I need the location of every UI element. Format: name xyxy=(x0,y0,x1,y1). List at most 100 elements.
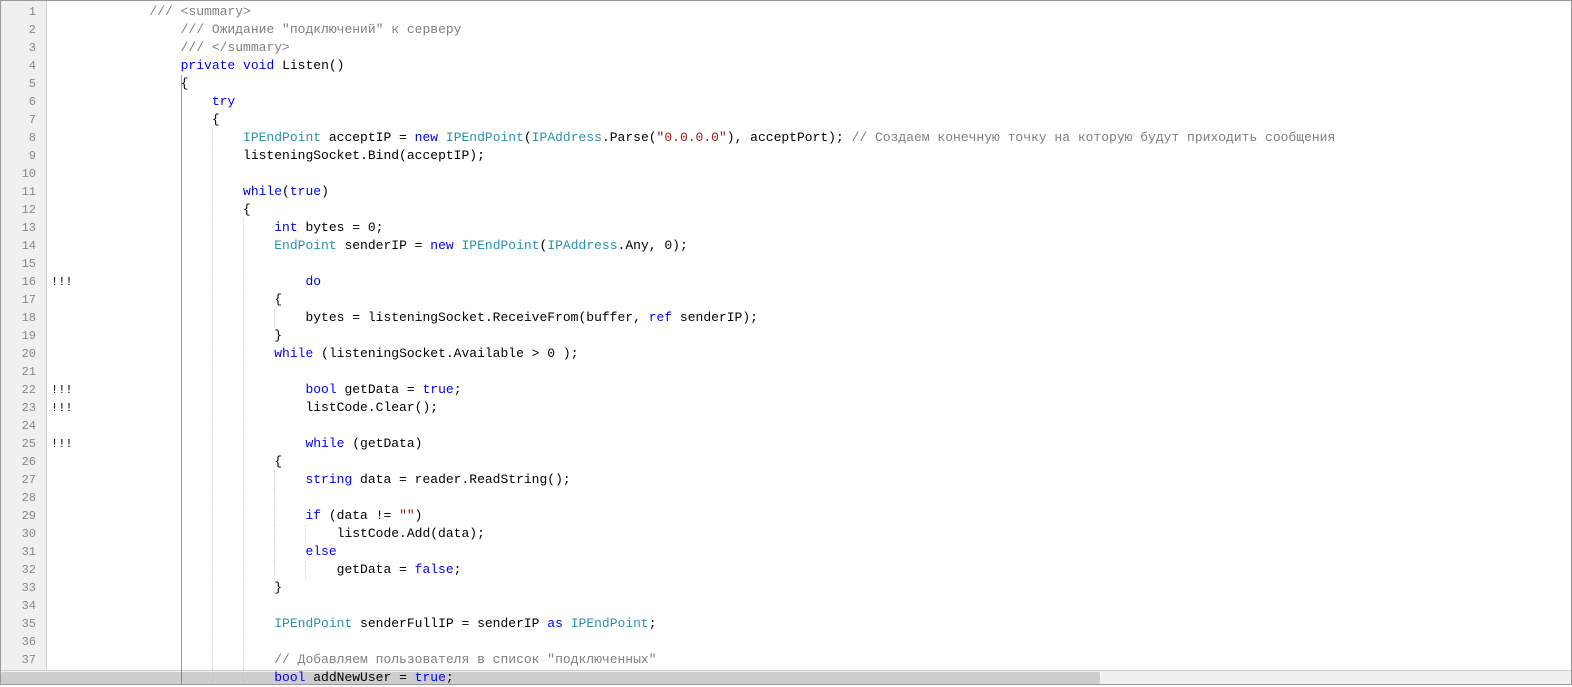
code-text: EndPoint senderIP = new IPEndPoint(IPAdd… xyxy=(87,238,688,253)
code-line[interactable]: private void Listen() xyxy=(87,57,1571,75)
line-marker xyxy=(47,507,87,525)
code-line[interactable]: { xyxy=(87,291,1571,309)
code-line[interactable]: { xyxy=(87,201,1571,219)
line-marker xyxy=(47,129,87,147)
code-line[interactable] xyxy=(87,363,1571,381)
code-line[interactable]: /// </summary> xyxy=(87,39,1571,57)
code-line[interactable]: while (getData) xyxy=(87,435,1571,453)
line-marker xyxy=(47,147,87,165)
change-marker-margin: !!! !!!!!! !!! xyxy=(47,1,87,684)
code-text: { xyxy=(87,292,282,307)
code-line[interactable]: listeningSocket.Bind(acceptIP); xyxy=(87,147,1571,165)
code-line[interactable]: { xyxy=(87,453,1571,471)
code-line[interactable]: bool getData = true; xyxy=(87,381,1571,399)
code-line[interactable]: /// Ожидание "подключений" к серверу xyxy=(87,21,1571,39)
code-text: if (data != "") xyxy=(87,508,422,523)
line-marker xyxy=(47,219,87,237)
indent-guide xyxy=(243,489,244,507)
line-number: 8 xyxy=(1,129,46,147)
line-marker xyxy=(47,453,87,471)
code-line[interactable] xyxy=(87,633,1571,651)
indent-guide xyxy=(212,489,213,507)
code-line[interactable]: { xyxy=(87,75,1571,93)
code-line[interactable] xyxy=(87,255,1571,273)
line-marker xyxy=(47,345,87,363)
line-number: 12 xyxy=(1,201,46,219)
code-text: /// Ожидание "подключений" к серверу xyxy=(87,22,461,37)
code-text: listCode.Add(data); xyxy=(87,526,485,541)
line-number: 16 xyxy=(1,273,46,291)
line-number: 25 xyxy=(1,435,46,453)
indent-guide xyxy=(181,597,182,615)
line-number: 5 xyxy=(1,75,46,93)
code-line[interactable]: try xyxy=(87,93,1571,111)
code-text: { xyxy=(87,454,282,469)
code-line[interactable]: do xyxy=(87,273,1571,291)
line-marker xyxy=(47,21,87,39)
line-number: 17 xyxy=(1,291,46,309)
line-number: 31 xyxy=(1,543,46,561)
line-marker xyxy=(47,111,87,129)
code-editor[interactable]: 1234567891011121314151617181920212223242… xyxy=(0,0,1572,685)
code-line[interactable] xyxy=(87,597,1571,615)
code-line[interactable]: bytes = listeningSocket.ReceiveFrom(buff… xyxy=(87,309,1571,327)
code-line[interactable] xyxy=(87,417,1571,435)
line-marker xyxy=(47,579,87,597)
line-number: 7 xyxy=(1,111,46,129)
line-number: 2 xyxy=(1,21,46,39)
line-number: 33 xyxy=(1,579,46,597)
indent-guide xyxy=(212,363,213,381)
line-marker xyxy=(47,615,87,633)
code-line[interactable]: string data = reader.ReadString(); xyxy=(87,471,1571,489)
code-text: IPEndPoint acceptIP = new IPEndPoint(IPA… xyxy=(87,130,1335,145)
indent-guide xyxy=(181,363,182,381)
code-area[interactable]: /// <summary> /// Ожидание "подключений"… xyxy=(87,1,1571,684)
code-text: IPEndPoint senderFullIP = senderIP as IP… xyxy=(87,616,657,631)
line-number: 26 xyxy=(1,453,46,471)
line-marker xyxy=(47,93,87,111)
line-number: 9 xyxy=(1,147,46,165)
code-line[interactable] xyxy=(87,489,1571,507)
line-number: 11 xyxy=(1,183,46,201)
line-marker xyxy=(47,183,87,201)
line-number: 34 xyxy=(1,597,46,615)
code-line[interactable]: while(true) xyxy=(87,183,1571,201)
code-line[interactable]: else xyxy=(87,543,1571,561)
code-line[interactable]: getData = false; xyxy=(87,561,1571,579)
code-line[interactable]: int bytes = 0; xyxy=(87,219,1571,237)
code-text: try xyxy=(87,94,235,109)
code-text: while (listeningSocket.Available > 0 ); xyxy=(87,346,579,361)
line-marker xyxy=(47,489,87,507)
indent-guide xyxy=(243,417,244,435)
code-line[interactable]: listCode.Add(data); xyxy=(87,525,1571,543)
line-marker xyxy=(47,471,87,489)
code-line[interactable]: } xyxy=(87,579,1571,597)
code-line[interactable]: if (data != "") xyxy=(87,507,1571,525)
line-marker xyxy=(47,543,87,561)
code-line[interactable]: { xyxy=(87,111,1571,129)
line-marker xyxy=(47,255,87,273)
indent-guide xyxy=(243,255,244,273)
code-line[interactable]: } xyxy=(87,327,1571,345)
line-marker xyxy=(47,597,87,615)
line-marker xyxy=(47,561,87,579)
line-marker xyxy=(47,57,87,75)
line-number: 13 xyxy=(1,219,46,237)
code-line[interactable]: // Добавляем пользователя в список "подк… xyxy=(87,651,1571,669)
line-number: 14 xyxy=(1,237,46,255)
line-marker xyxy=(47,525,87,543)
code-line[interactable]: IPEndPoint senderFullIP = senderIP as IP… xyxy=(87,615,1571,633)
code-line[interactable] xyxy=(87,165,1571,183)
line-number: 20 xyxy=(1,345,46,363)
code-line[interactable]: IPEndPoint acceptIP = new IPEndPoint(IPA… xyxy=(87,129,1571,147)
code-text: { xyxy=(87,112,220,127)
code-line[interactable]: listCode.Clear(); xyxy=(87,399,1571,417)
indent-guide xyxy=(181,417,182,435)
code-line[interactable]: /// <summary> xyxy=(87,3,1571,21)
code-text: bytes = listeningSocket.ReceiveFrom(buff… xyxy=(87,310,758,325)
code-line[interactable]: EndPoint senderIP = new IPEndPoint(IPAdd… xyxy=(87,237,1571,255)
line-marker xyxy=(47,327,87,345)
line-marker xyxy=(47,75,87,93)
line-number: 22 xyxy=(1,381,46,399)
code-line[interactable]: while (listeningSocket.Available > 0 ); xyxy=(87,345,1571,363)
